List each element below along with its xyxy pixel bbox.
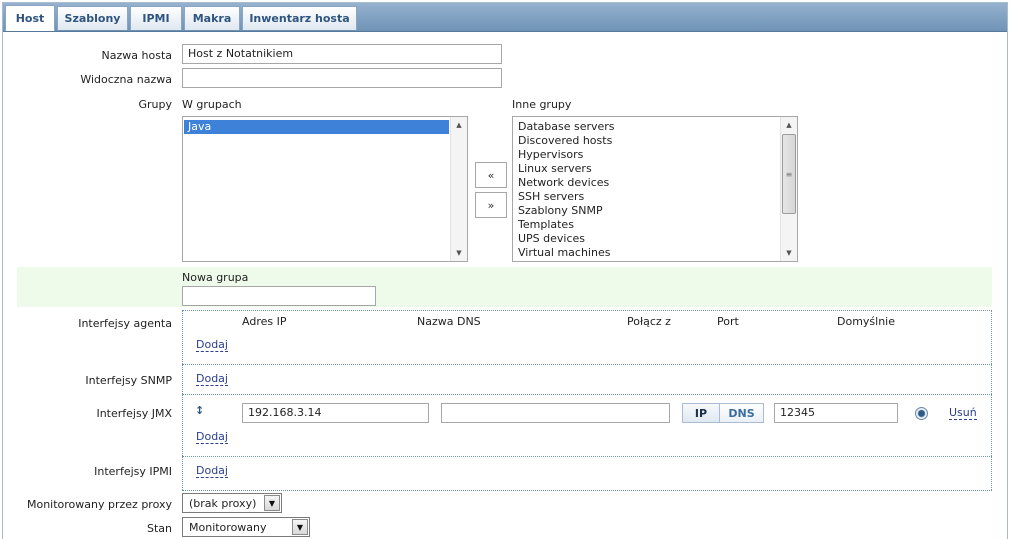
status-select-value: Monitorowany <box>189 521 267 534</box>
other-group-item[interactable]: Templates <box>513 218 780 232</box>
add-jmx-interface-link[interactable]: Dodaj <box>196 431 228 444</box>
status-select[interactable]: Monitorowany ▼ <box>182 517 310 537</box>
jmx-interfaces-label: Interfejsy JMX <box>96 407 172 420</box>
column-default: Domyślnie <box>837 315 896 328</box>
divider <box>182 490 992 491</box>
add-agent-interface-link[interactable]: Dodaj <box>196 339 228 352</box>
other-group-item[interactable]: Virtual machines <box>513 246 780 260</box>
interfaces-box <box>182 310 992 490</box>
tab-templates[interactable]: Szablony <box>57 6 128 30</box>
jmx-dns-input[interactable] <box>441 403 670 423</box>
proxy-select[interactable]: (brak proxy) ▼ <box>182 493 282 513</box>
agent-interfaces-label: Interfejsy agenta <box>78 317 172 330</box>
other-group-item[interactable]: SSH servers <box>513 190 780 204</box>
scroll-thumb[interactable]: ≡ <box>782 134 796 214</box>
in-group-item[interactable]: Java <box>184 120 449 134</box>
connect-ip-button[interactable]: IP <box>682 403 720 423</box>
ipmi-interfaces-label: Interfejsy IPMI <box>94 465 172 478</box>
host-name-input[interactable]: Host z Notatnikiem <box>182 44 502 64</box>
scroll-up-icon[interactable]: ▲ <box>781 117 797 133</box>
column-port: Port <box>717 315 739 328</box>
proxy-select-value: (brak proxy) <box>189 497 257 510</box>
other-group-item[interactable]: Network devices <box>513 176 780 190</box>
column-connect: Połącz z <box>627 315 671 328</box>
in-groups-label: W grupach <box>182 98 242 111</box>
divider <box>182 394 992 395</box>
other-groups-label: Inne grupy <box>512 98 572 111</box>
other-group-item[interactable]: UPS devices <box>513 232 780 246</box>
other-group-item[interactable]: Linux servers <box>513 162 780 176</box>
other-group-item[interactable]: Discovered hosts <box>513 134 780 148</box>
move-left-button[interactable]: « <box>475 162 507 188</box>
tab-ipmi[interactable]: IPMI <box>130 6 182 30</box>
chevron-down-icon[interactable]: ▼ <box>264 495 280 511</box>
jmx-port-input[interactable]: 12345 <box>774 403 898 423</box>
add-snmp-interface-link[interactable]: Dodaj <box>196 373 228 386</box>
new-group-label: Nowa grupa <box>182 271 249 284</box>
proxy-label: Monitorowany przez proxy <box>26 498 172 511</box>
in-groups-scrollbar[interactable]: ▲ ▼ <box>450 117 467 261</box>
divider <box>182 364 992 365</box>
divider <box>182 456 992 457</box>
visible-name-input[interactable] <box>182 68 502 88</box>
connect-dns-button[interactable]: DNS <box>719 403 764 423</box>
jmx-ip-input[interactable]: 192.168.3.14 <box>242 403 429 423</box>
other-group-item[interactable]: Szablony SNMP <box>513 204 780 218</box>
other-group-item[interactable]: Database servers <box>513 120 780 134</box>
column-dns: Nazwa DNS <box>417 315 481 328</box>
new-group-section <box>17 267 992 307</box>
divider <box>182 310 992 311</box>
visible-name-label: Widoczna nazwa <box>80 73 172 86</box>
other-group-item[interactable]: Hypervisors <box>513 148 780 162</box>
remove-interface-link[interactable]: Usuń <box>949 407 977 420</box>
tab-host[interactable]: Host <box>5 5 55 31</box>
default-interface-radio[interactable] <box>915 407 928 420</box>
updown-arrows-icon[interactable]: ↕ <box>195 404 204 417</box>
groups-label: Grupy <box>138 98 172 111</box>
scroll-down-icon[interactable]: ▼ <box>781 245 797 261</box>
scroll-down-icon[interactable]: ▼ <box>451 245 467 261</box>
tab-macros[interactable]: Makra <box>184 6 240 30</box>
chevron-down-icon[interactable]: ▼ <box>292 519 308 535</box>
new-group-input[interactable] <box>182 286 376 306</box>
scroll-up-icon[interactable]: ▲ <box>451 117 467 133</box>
status-label: Stan <box>146 522 172 535</box>
column-ip: Adres IP <box>242 315 287 328</box>
other-groups-scrollbar[interactable]: ▲ ≡ ▼ <box>780 117 797 261</box>
move-right-button[interactable]: » <box>475 192 507 218</box>
host-name-label: Nazwa hosta <box>101 49 172 62</box>
tab-host-inventory[interactable]: Inwentarz hosta <box>242 6 357 30</box>
snmp-interfaces-label: Interfejsy SNMP <box>85 374 172 387</box>
other-groups-list[interactable]: Database servers Discovered hosts Hyperv… <box>512 116 798 262</box>
add-ipmi-interface-link[interactable]: Dodaj <box>196 465 228 478</box>
in-groups-list[interactable]: Java ▲ ▼ <box>182 116 468 262</box>
